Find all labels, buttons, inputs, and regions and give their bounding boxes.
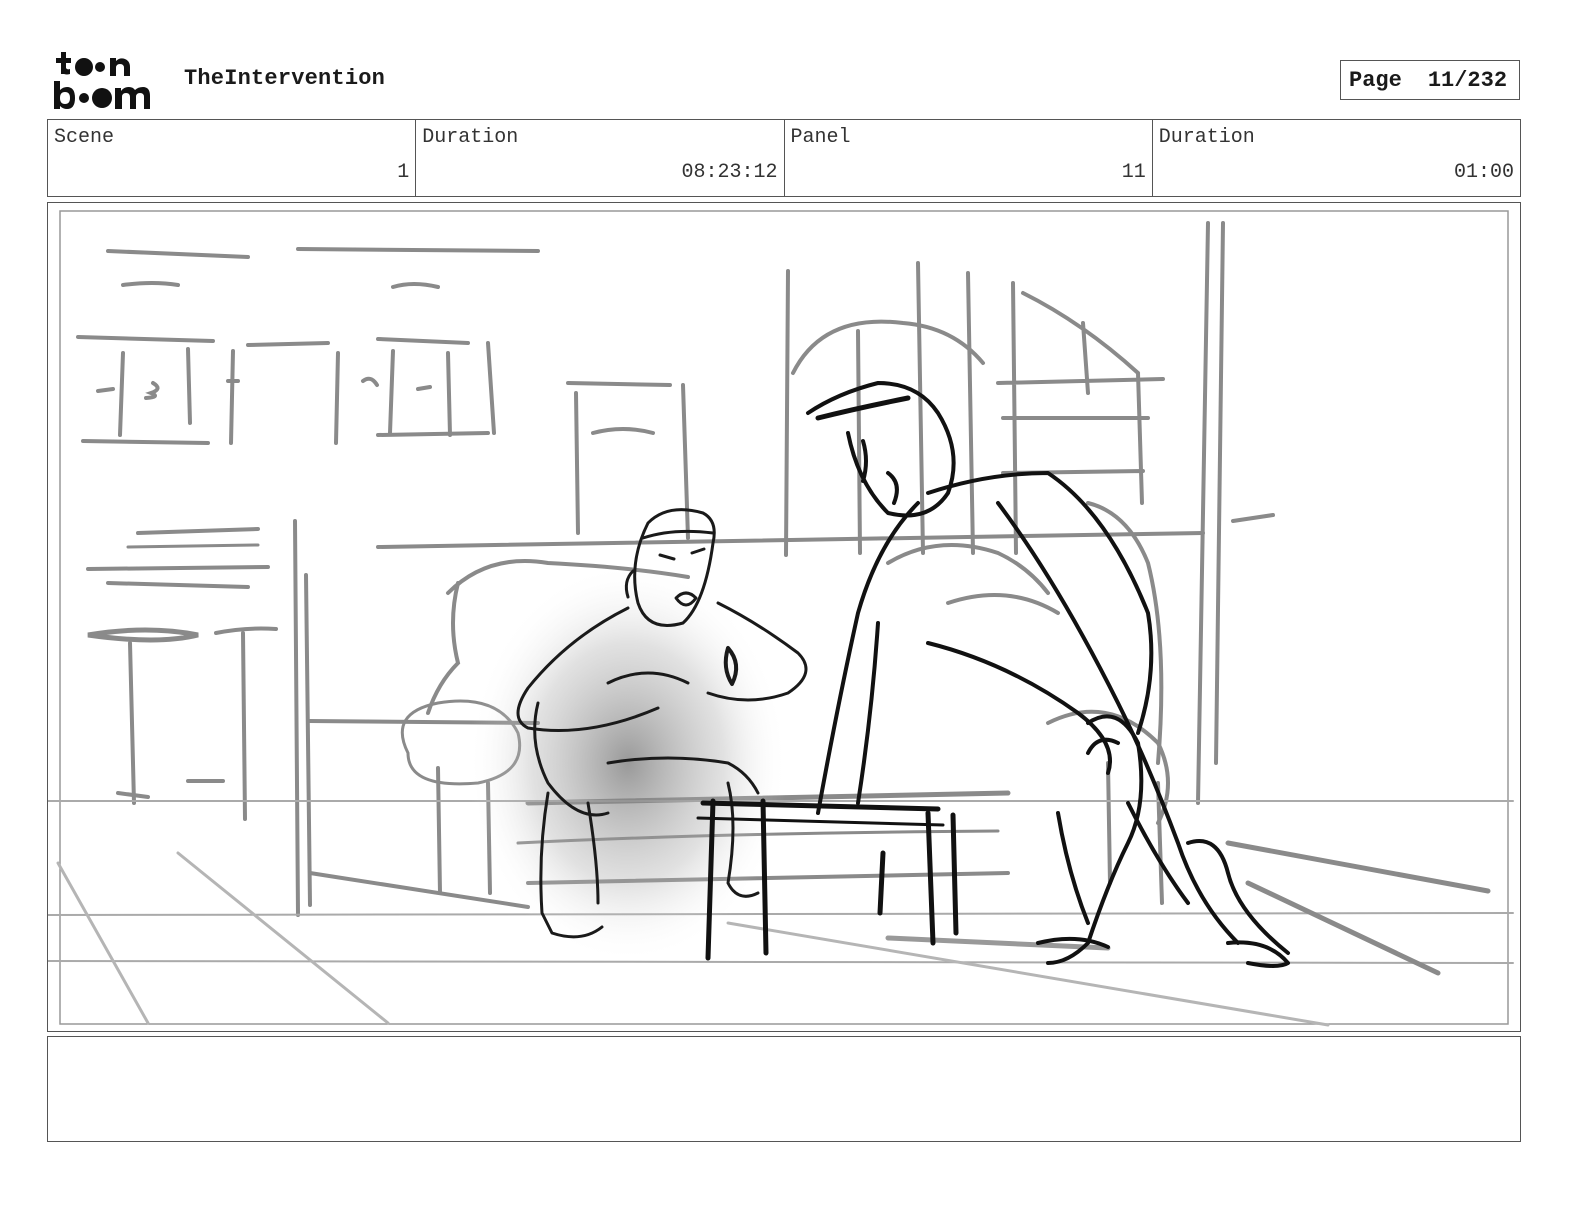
scene-duration-value: 08:23:12 [681,161,778,184]
panel-notes-box[interactable] [47,1036,1521,1142]
panel-label: Panel [790,126,851,149]
panel-duration-cell: Duration 01:00 [1153,120,1520,196]
scene-duration-label: Duration [422,126,519,149]
page-indicator: Page 11/232 [1340,60,1520,100]
panel-cell: Panel 11 [785,120,1153,196]
panel-info-table: Scene 1 Duration 08:23:12 Panel 11 Durat… [47,119,1521,197]
page-label: Page [1349,67,1402,93]
panel-frame [47,202,1521,1032]
panel-duration-label: Duration [1158,126,1255,149]
page-number: 11/232 [1427,67,1508,93]
project-title: TheIntervention [184,66,386,91]
scene-label: Scene [54,126,115,149]
scene-duration-cell: Duration 08:23:12 [416,120,785,196]
scene-number: 1 [397,161,410,184]
scene-cell: Scene 1 [48,120,417,196]
panel-number: 11 [1121,161,1146,184]
toonboom-logo [54,52,150,109]
panel-duration-value: 01:00 [1453,161,1514,184]
storyboard-sketch [48,210,1514,1027]
